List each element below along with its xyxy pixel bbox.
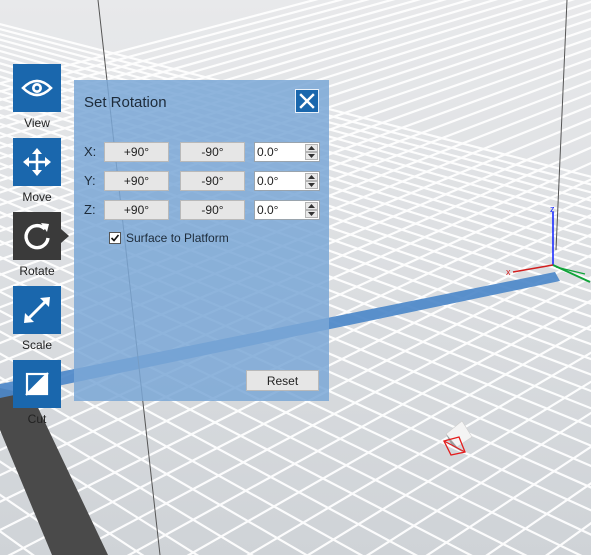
x-rotation-spinbox [254, 142, 320, 162]
x-axis-label: x [506, 267, 511, 277]
x-plus-90-button[interactable]: +90° [104, 142, 169, 162]
rotate-icon [21, 220, 53, 252]
z-minus-90-button[interactable]: -90° [180, 200, 245, 220]
axis-label: Z: [84, 202, 96, 217]
surface-to-platform-label: Surface to Platform [126, 231, 229, 245]
tool-scale[interactable]: Scale [13, 286, 61, 352]
rotate-button[interactable] [13, 212, 61, 260]
arrow-up-icon [308, 146, 315, 150]
rotation-row-z: Z: +90° -90° [74, 199, 329, 221]
z-axis-label: z [550, 204, 555, 214]
arrow-down-icon [308, 183, 315, 187]
z-rotation-spinbox [254, 200, 320, 220]
panel-title: Set Rotation [84, 94, 167, 111]
cut-icon [22, 369, 52, 399]
tool-view[interactable]: View [13, 64, 61, 130]
set-rotation-panel: Set Rotation X: +90° -90° Y: +90° -90° Z… [74, 80, 329, 401]
axis-label: Y: [84, 173, 96, 188]
close-icon [299, 93, 315, 109]
spin-up-button[interactable] [305, 202, 318, 210]
cut-button[interactable] [13, 360, 61, 408]
y-rotation-spinbox [254, 171, 320, 191]
move-arrows-icon [22, 147, 52, 177]
rotation-row-x: X: +90° -90° [74, 141, 329, 163]
arrow-up-icon [308, 204, 315, 208]
spin-up-button[interactable] [305, 173, 318, 181]
tool-label: View [24, 116, 50, 130]
y-plus-90-button[interactable]: +90° [104, 171, 169, 191]
spin-down-button[interactable] [305, 152, 318, 160]
axis-label: X: [84, 144, 97, 159]
x-rotation-input[interactable] [257, 144, 301, 160]
z-plus-90-button[interactable]: +90° [104, 200, 169, 220]
eye-icon [21, 78, 53, 98]
spin-up-button[interactable] [305, 144, 318, 152]
scale-icon [22, 295, 52, 325]
tool-label: Cut [27, 412, 47, 426]
active-tool-pointer [61, 229, 69, 243]
spin-down-button[interactable] [305, 210, 318, 218]
tool-label: Rotate [19, 264, 55, 278]
tool-rotate[interactable]: Rotate [13, 212, 69, 278]
reset-button[interactable]: Reset [246, 370, 319, 391]
tool-label: Move [22, 190, 52, 204]
y-minus-90-button[interactable]: -90° [180, 171, 245, 191]
tool-move[interactable]: Move [13, 138, 61, 204]
spin-down-button[interactable] [305, 181, 318, 189]
surface-to-platform-checkbox[interactable] [109, 232, 121, 244]
arrow-up-icon [308, 175, 315, 179]
close-button[interactable] [295, 89, 319, 113]
move-button[interactable] [13, 138, 61, 186]
y-rotation-input[interactable] [257, 173, 301, 189]
arrow-down-icon [308, 154, 315, 158]
x-minus-90-button[interactable]: -90° [180, 142, 245, 162]
arrow-down-icon [308, 212, 315, 216]
rotation-row-y: Y: +90° -90° [74, 170, 329, 192]
scale-button[interactable] [13, 286, 61, 334]
tool-label: Scale [21, 338, 53, 352]
z-rotation-input[interactable] [257, 202, 301, 218]
checkmark-icon [110, 234, 120, 242]
view-button[interactable] [13, 64, 61, 112]
tool-cut[interactable]: Cut [13, 360, 61, 426]
